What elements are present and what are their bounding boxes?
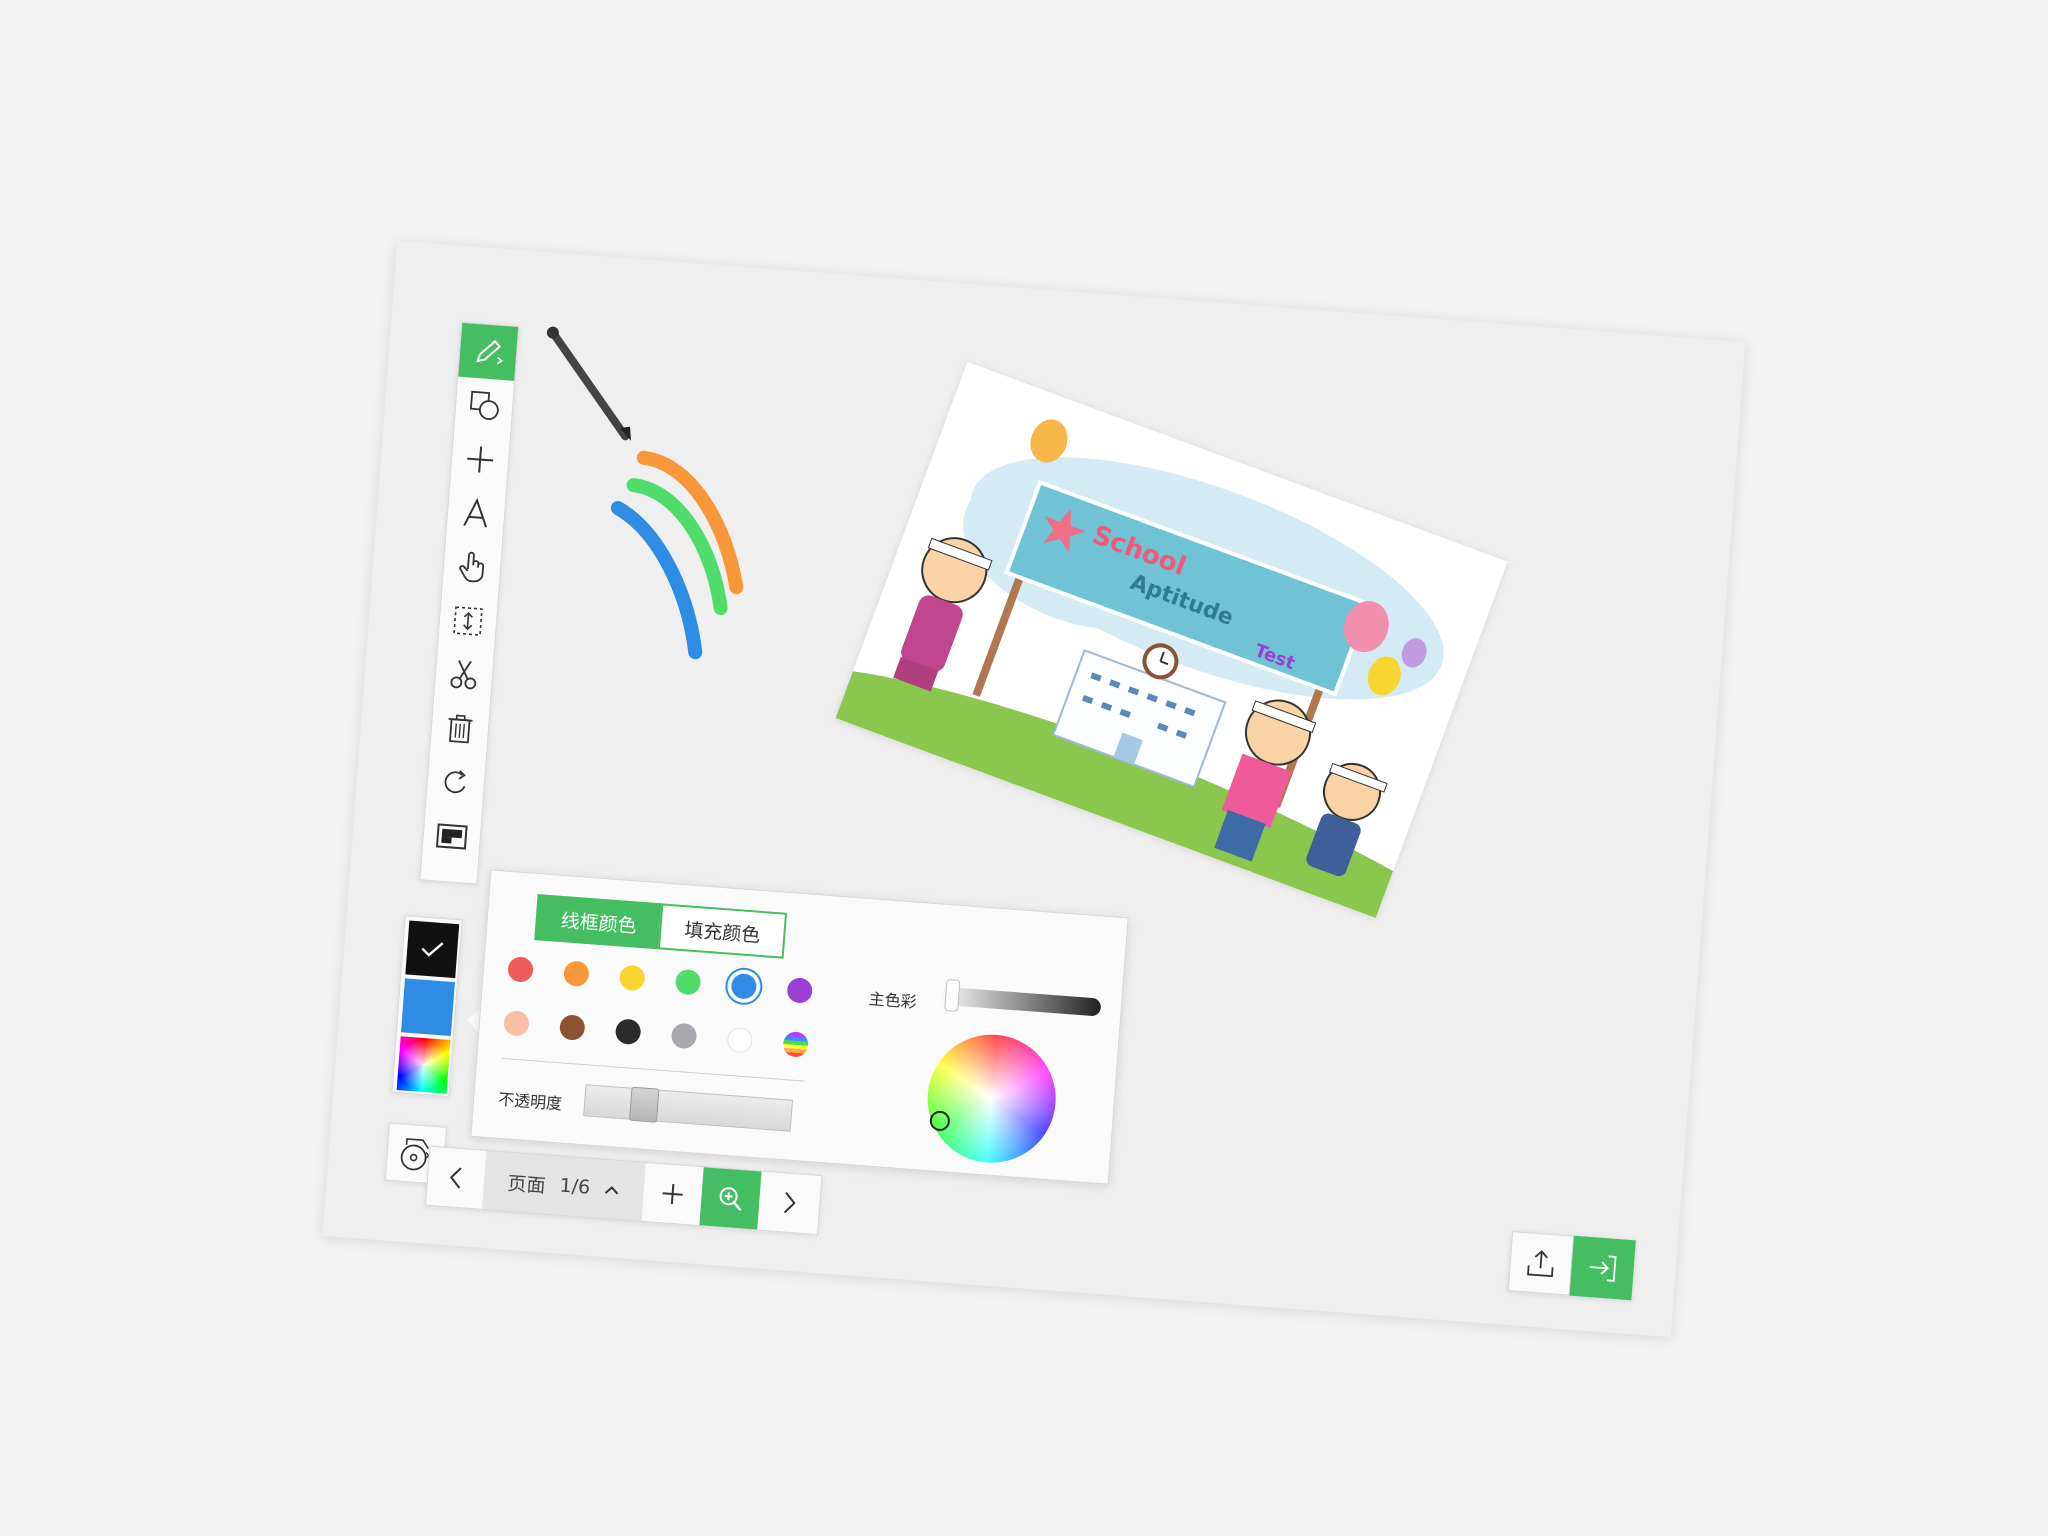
add-page-button[interactable] <box>642 1163 704 1225</box>
palette-color-4[interactable] <box>674 968 702 996</box>
brightness-slider[interactable] <box>936 978 1102 1017</box>
scissors-tool-button[interactable] <box>434 646 494 704</box>
palette-color-5[interactable] <box>730 972 758 1000</box>
opacity-slider-thumb[interactable] <box>628 1086 660 1123</box>
school-illustration: School Aptitude Test <box>835 419 1444 919</box>
tab-stroke-color[interactable]: 线框颜色 <box>534 894 664 950</box>
palette-color-12[interactable] <box>782 1030 810 1058</box>
palette-color-6[interactable] <box>786 977 814 1004</box>
shapes-tool-button[interactable] <box>454 377 514 435</box>
background-icon <box>435 823 468 850</box>
plus-icon <box>662 1183 683 1205</box>
chevron-up-icon <box>605 1186 619 1195</box>
line-tool-button[interactable] <box>450 431 510 489</box>
next-page-button[interactable] <box>757 1172 821 1234</box>
line-icon <box>467 446 494 473</box>
opacity-slider[interactable] <box>583 1084 794 1132</box>
pen-drawing <box>546 326 631 441</box>
ink-drawing[interactable] <box>515 322 841 703</box>
export-button[interactable] <box>1507 1231 1575 1296</box>
palette-color-9[interactable] <box>614 1018 642 1046</box>
zoom-button[interactable] <box>699 1167 762 1230</box>
zoom-in-icon <box>719 1187 742 1211</box>
pencil-icon <box>475 339 503 365</box>
brightness-slider-thumb[interactable] <box>943 978 960 1012</box>
tool-column <box>419 321 520 885</box>
page-label: 页面 <box>506 1172 547 1197</box>
palette-color-1[interactable] <box>507 956 534 983</box>
inserted-picture[interactable]: School Aptitude Test <box>835 361 1508 919</box>
chevron-left-icon <box>449 1167 462 1189</box>
swatch-column <box>391 915 463 1098</box>
page-navigator: 页面 1/6 <box>425 1145 823 1236</box>
palette-color-2[interactable] <box>562 960 590 988</box>
prev-page-button[interactable] <box>426 1147 486 1209</box>
hand-tool-button[interactable] <box>442 538 502 596</box>
color-wheel[interactable] <box>923 1030 1061 1168</box>
whiteboard-canvas[interactable]: School Aptitude Test 线框颜色 填充颜色 不透明度 主色彩 … <box>322 240 1746 1338</box>
palette-color-7[interactable] <box>503 1009 530 1037</box>
exit-button[interactable] <box>1569 1235 1636 1301</box>
tab-fill-color[interactable]: 填充颜色 <box>657 903 788 959</box>
color-picker-panel: 线框颜色 填充颜色 不透明度 主色彩 <box>470 869 1129 1185</box>
select-tool-button[interactable] <box>438 592 498 650</box>
opacity-label: 不透明度 <box>497 1089 563 1114</box>
page-selector[interactable]: 页面 1/6 <box>481 1150 646 1221</box>
pencil-tool-button[interactable] <box>458 322 519 381</box>
trash-tool-button[interactable] <box>430 700 490 758</box>
chevron-right-icon <box>783 1191 796 1214</box>
redo-icon <box>444 770 466 794</box>
redo-tool-button[interactable] <box>426 754 486 812</box>
page-indicator: 1/6 <box>558 1174 591 1199</box>
child-left <box>893 537 993 692</box>
text-tool-button[interactable] <box>446 484 506 542</box>
divider <box>501 1057 805 1082</box>
palette-color-11[interactable] <box>726 1026 754 1054</box>
custom-color-swatch[interactable] <box>396 1036 451 1094</box>
fill-color-swatch[interactable] <box>400 978 455 1036</box>
export-icon <box>1527 1250 1554 1278</box>
check-icon <box>421 942 444 957</box>
palette-color-3[interactable] <box>618 964 646 992</box>
stroke-color-swatch[interactable] <box>405 920 460 979</box>
trash-icon <box>448 714 473 744</box>
palette-color-8[interactable] <box>558 1014 586 1041</box>
shapes-icon <box>469 390 499 420</box>
scissors-icon <box>450 660 477 690</box>
export-exit-group <box>1507 1231 1636 1301</box>
hand-pointer-icon <box>459 551 485 583</box>
text-icon <box>463 497 488 528</box>
background-tool-button[interactable] <box>422 807 482 865</box>
select-icon <box>453 606 483 636</box>
exit-icon <box>1589 1255 1617 1282</box>
palette-color-10[interactable] <box>670 1022 698 1050</box>
app-screen: School Aptitude Test 线框颜色 填充颜色 不透明度 主色彩 … <box>0 0 2048 1536</box>
main-color-label: 主色彩 <box>868 989 918 1012</box>
